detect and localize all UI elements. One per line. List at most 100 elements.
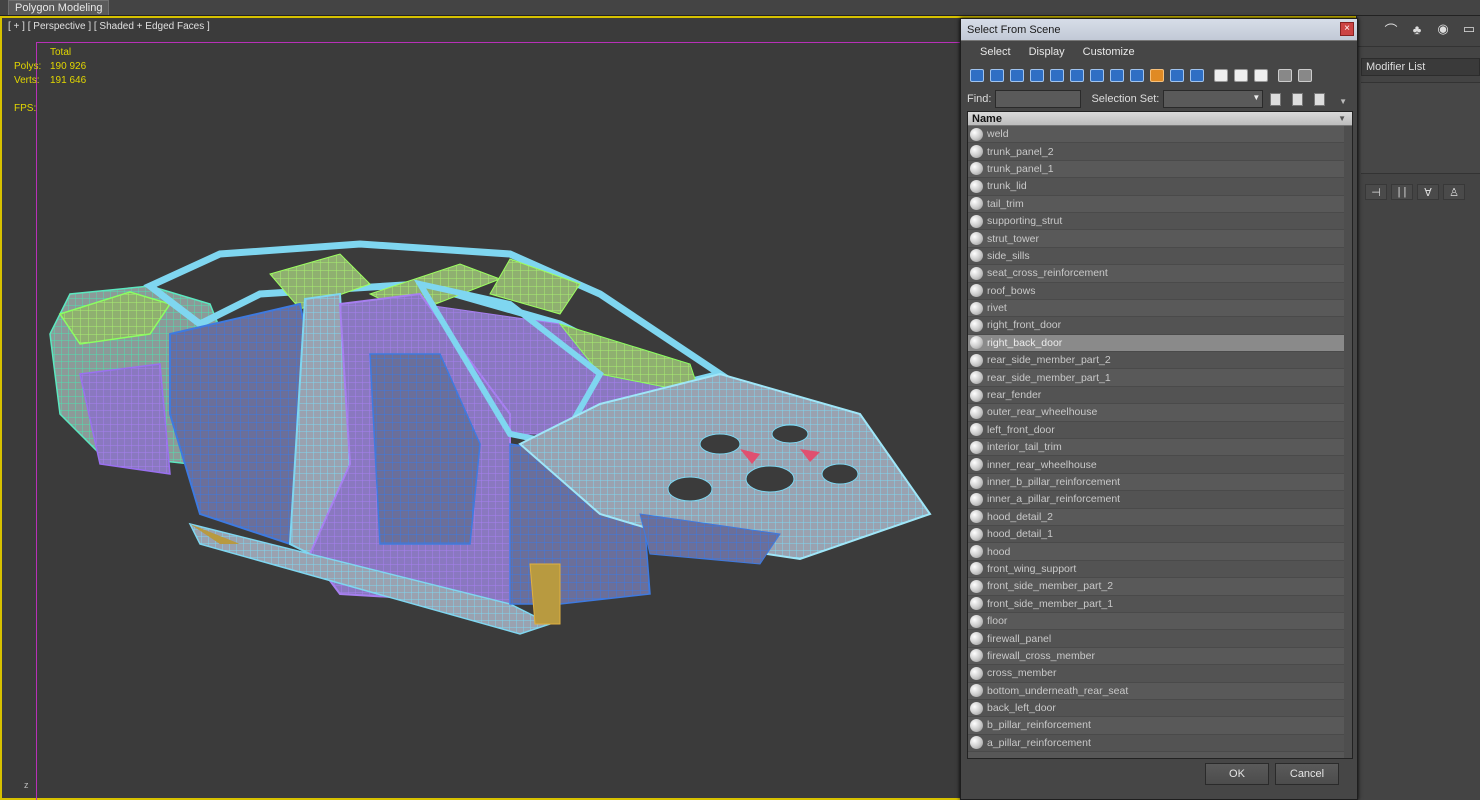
remove-modifier-icon[interactable]: ♙: [1443, 184, 1465, 200]
list-item[interactable]: rivet: [968, 299, 1352, 318]
list-scrollbar[interactable]: [1344, 126, 1352, 758]
list-item[interactable]: front_side_member_part_1: [968, 595, 1352, 613]
list-item[interactable]: rear_side_member_part_1: [968, 369, 1352, 387]
list-item-label: roof_bows: [987, 284, 1036, 297]
list-item[interactable]: inner_a_pillar_reinforcement: [968, 491, 1352, 509]
list-item[interactable]: bottom_underneath_rear_seat: [968, 682, 1352, 700]
dialog-title-bar[interactable]: Select From Scene ×: [961, 19, 1357, 41]
list-item-label: right_front_door: [987, 319, 1062, 332]
list-item[interactable]: b_pillar_reinforcement: [968, 717, 1352, 735]
viewport-statistics: Total Polys: 190 926 Verts: 191 646 FPS:: [14, 46, 110, 116]
menu-customize[interactable]: Customize: [1074, 41, 1144, 63]
list-item[interactable]: firewall_cross_member: [968, 647, 1352, 666]
helpers-filter-icon[interactable]: [1047, 66, 1067, 84]
ribbon-strip: Polygon Modeling: [0, 0, 1480, 16]
geometry-object-icon: [970, 440, 983, 454]
geometry-object-icon: [970, 266, 983, 280]
display-tab-icon[interactable]: ▭: [1459, 19, 1479, 39]
list-item[interactable]: strut_tower: [968, 230, 1352, 248]
list-item[interactable]: hood_detail_2: [968, 508, 1352, 526]
list-item[interactable]: inner_rear_wheelhouse: [968, 456, 1352, 474]
modifier-stack[interactable]: [1361, 82, 1480, 174]
list-item-label: left_front_door: [987, 423, 1055, 436]
frozen-filter-icon[interactable]: [1167, 66, 1187, 84]
list-item[interactable]: outer_rear_wheelhouse: [968, 404, 1352, 422]
name-column-header[interactable]: Name ▼: [968, 112, 1352, 126]
show-end-result-icon[interactable]: | |: [1391, 184, 1413, 200]
list-item[interactable]: firewall_panel: [968, 630, 1352, 648]
lights-filter-icon[interactable]: [1007, 66, 1027, 84]
invert-display-icon[interactable]: [1251, 66, 1271, 84]
space-warps-filter-icon[interactable]: [1067, 66, 1087, 84]
menu-display[interactable]: Display: [1020, 41, 1074, 63]
list-item[interactable]: hood_detail_1: [968, 525, 1352, 544]
list-item-label: b_pillar_reinforcement: [987, 719, 1091, 732]
modify-tab-icon[interactable]: ⌒: [1381, 19, 1401, 39]
close-icon[interactable]: ×: [1340, 22, 1354, 36]
viewport-label[interactable]: [ + ] [ Perspective ] [ Shaded + Edged F…: [8, 21, 210, 32]
modifier-list-dropdown[interactable]: Modifier List: [1361, 58, 1480, 76]
filter-icon[interactable]: [1275, 66, 1295, 84]
list-item[interactable]: back_left_door: [968, 699, 1352, 718]
list-item[interactable]: rear_side_member_part_2: [968, 352, 1352, 370]
bones-filter-icon[interactable]: [1127, 66, 1147, 84]
list-item[interactable]: cross_member: [968, 665, 1352, 683]
list-item-label: hood: [987, 545, 1011, 558]
list-item[interactable]: roof_bows: [968, 282, 1352, 300]
list-item[interactable]: trunk_panel_1: [968, 160, 1352, 179]
list-item[interactable]: floor: [968, 612, 1352, 631]
containers-filter-icon[interactable]: [1147, 66, 1167, 84]
menu-select[interactable]: Select: [971, 41, 1020, 63]
cameras-filter-icon[interactable]: [1027, 66, 1047, 84]
list-item[interactable]: tail_trim: [968, 195, 1352, 213]
list-item[interactable]: supporting_strut: [968, 212, 1352, 231]
cancel-button[interactable]: Cancel: [1275, 763, 1339, 785]
scene-object-list[interactable]: Name ▼ weld trunk_panel_2 trunk_panel_1 tru…: [967, 111, 1353, 759]
panel-divider: [1357, 46, 1480, 58]
dialog-title: Select From Scene: [967, 24, 1061, 36]
list-item[interactable]: left_front_door: [968, 421, 1352, 440]
xrefs-filter-icon[interactable]: [1107, 66, 1127, 84]
select-all-icon[interactable]: [1265, 90, 1285, 108]
list-item-label: strut_tower: [987, 232, 1039, 245]
list-item[interactable]: hood: [968, 543, 1352, 561]
list-item[interactable]: right_back_door: [968, 334, 1352, 353]
list-item[interactable]: trunk_lid: [968, 178, 1352, 196]
motion-tab-icon[interactable]: ◉: [1433, 19, 1453, 39]
display-none-icon[interactable]: [1231, 66, 1251, 84]
list-item[interactable]: rear_fender: [968, 386, 1352, 405]
hidden-filter-icon[interactable]: [1187, 66, 1207, 84]
ok-button[interactable]: OK: [1205, 763, 1269, 785]
select-invert-icon[interactable]: [1309, 90, 1329, 108]
list-item[interactable]: side_sills: [968, 247, 1352, 266]
list-item-label: weld: [987, 128, 1009, 141]
select-none-icon[interactable]: [1287, 90, 1307, 108]
groups-filter-icon[interactable]: [1087, 66, 1107, 84]
pin-stack-icon[interactable]: ⊣: [1365, 184, 1387, 200]
hierarchy-tab-icon[interactable]: ♣: [1407, 19, 1427, 39]
list-item[interactable]: right_front_door: [968, 317, 1352, 335]
geometry-filter-icon[interactable]: [967, 66, 987, 84]
make-unique-icon[interactable]: ∀: [1417, 184, 1439, 200]
list-item-label: trunk_panel_2: [987, 145, 1054, 158]
dialog-buttons: OK Cancel: [961, 763, 1357, 785]
list-item[interactable]: seat_cross_reinforcement: [968, 265, 1352, 283]
list-item[interactable]: front_wing_support: [968, 560, 1352, 579]
filter-toolbar: [967, 65, 1315, 85]
list-item[interactable]: a_pillar_reinforcement: [968, 734, 1352, 753]
collapse-arrow-icon[interactable]: ▼: [1339, 97, 1347, 106]
find-input[interactable]: [995, 90, 1082, 108]
geometry-object-icon: [970, 510, 983, 524]
list-item[interactable]: trunk_panel_2: [968, 143, 1352, 161]
display-all-icon[interactable]: [1211, 66, 1231, 84]
selection-set-dropdown[interactable]: ▼: [1163, 90, 1264, 108]
list-item[interactable]: inner_b_pillar_reinforcement: [968, 473, 1352, 492]
ribbon-tab-polygon-modeling[interactable]: Polygon Modeling: [8, 0, 110, 15]
sort-arrow-icon: ▼: [1338, 114, 1346, 123]
list-item[interactable]: interior_tail_trim: [968, 439, 1352, 457]
geometry-object-icon: [970, 232, 983, 246]
hierarchy-filter-icon[interactable]: [1295, 66, 1315, 84]
shapes-filter-icon[interactable]: [987, 66, 1007, 84]
list-item[interactable]: weld: [968, 126, 1352, 144]
list-item[interactable]: front_side_member_part_2: [968, 578, 1352, 596]
